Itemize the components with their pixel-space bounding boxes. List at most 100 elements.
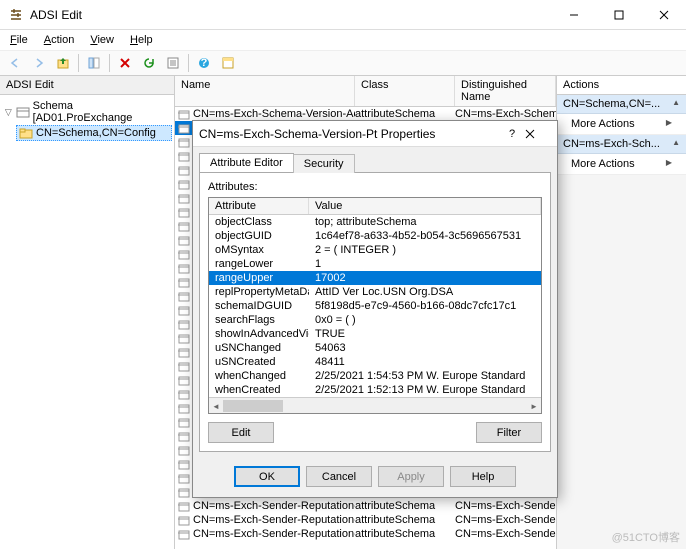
- actions-group-selection[interactable]: CN=ms-Exch-Sch... ▲: [557, 135, 686, 154]
- naming-context-icon: [16, 106, 30, 118]
- object-icon: [175, 402, 193, 414]
- app-icon: [8, 7, 24, 23]
- tab-security[interactable]: Security: [293, 154, 355, 173]
- object-icon: [175, 500, 193, 512]
- up-button[interactable]: [52, 52, 74, 74]
- attribute-row[interactable]: rangeLower1: [209, 257, 541, 271]
- actions-item-label: More Actions: [571, 158, 635, 170]
- folder-icon: [19, 128, 33, 139]
- scroll-thumb[interactable]: [223, 400, 283, 412]
- show-hide-tree-button[interactable]: [83, 52, 105, 74]
- properties-dialog: CN=ms-Exch-Schema-Version-Pt Properties …: [192, 120, 558, 498]
- grid-row[interactable]: CN=ms-Exch-Sender-Reputation-Min-...attr…: [175, 527, 556, 541]
- scroll-right-icon[interactable]: ►: [527, 398, 541, 414]
- maximize-button[interactable]: [596, 0, 641, 30]
- tab-attribute-editor[interactable]: Attribute Editor: [199, 153, 294, 172]
- toolbar-extra-button[interactable]: [217, 52, 239, 74]
- dialog-titlebar: CN=ms-Exch-Schema-Version-Pt Properties …: [193, 121, 557, 147]
- attribute-row[interactable]: rangeUpper17002: [209, 271, 541, 285]
- tree-node-label: Schema [AD01.ProExchange: [33, 100, 170, 124]
- scroll-left-icon[interactable]: ◄: [209, 398, 223, 414]
- tree-node-schema-config[interactable]: CN=Schema,CN=Config: [16, 125, 172, 141]
- grid-row[interactable]: CN=ms-Exch-Schema-Version-AdcattributeSc…: [175, 107, 556, 121]
- help-button[interactable]: ?: [193, 52, 215, 74]
- attribute-row[interactable]: replPropertyMetaDataAttID Ver Loc.USN Or…: [209, 285, 541, 299]
- object-icon: [175, 108, 193, 120]
- help-button[interactable]: Help: [450, 466, 516, 487]
- chevron-right-icon: ▶: [666, 158, 672, 170]
- object-icon: [175, 416, 193, 428]
- back-button[interactable]: [4, 52, 26, 74]
- object-icon: [175, 374, 193, 386]
- object-icon: [175, 514, 193, 526]
- object-icon: [175, 248, 193, 260]
- properties-button[interactable]: [162, 52, 184, 74]
- grid-row[interactable]: CN=ms-Exch-Sender-Reputation-Max...attri…: [175, 499, 556, 513]
- dialog-close-button[interactable]: [525, 129, 551, 139]
- ok-button[interactable]: OK: [234, 466, 300, 487]
- attribute-row[interactable]: showInAdvancedVie...TRUE: [209, 327, 541, 341]
- attribute-row[interactable]: whenCreated2/25/2021 1:52:13 PM W. Europ…: [209, 383, 541, 397]
- menu-help[interactable]: Help: [124, 32, 159, 48]
- actions-item-more-2[interactable]: More Actions ▶: [557, 154, 686, 175]
- attr-col-value[interactable]: Value: [309, 198, 541, 214]
- actions-group-label: CN=Schema,CN=...: [563, 98, 660, 110]
- col-header-name[interactable]: Name: [175, 76, 355, 106]
- object-icon: [175, 388, 193, 400]
- collapse-icon[interactable]: ▲: [672, 98, 680, 110]
- dialog-help-button[interactable]: ?: [499, 128, 525, 140]
- object-icon: [175, 220, 193, 232]
- attribute-row[interactable]: objectGUID1c64ef78-a633-4b52-b054-3c5696…: [209, 229, 541, 243]
- cancel-button[interactable]: Cancel: [306, 466, 372, 487]
- attribute-row[interactable]: objectClasstop; attributeSchema: [209, 215, 541, 229]
- attribute-row[interactable]: oMSyntax2 = ( INTEGER ): [209, 243, 541, 257]
- actions-item-more-1[interactable]: More Actions ▶: [557, 114, 686, 135]
- object-icon: [175, 444, 193, 456]
- object-icon: [175, 136, 193, 148]
- object-icon: [175, 122, 193, 134]
- minimize-button[interactable]: [551, 0, 596, 30]
- attribute-row[interactable]: uSNChanged54063: [209, 341, 541, 355]
- refresh-button[interactable]: [138, 52, 160, 74]
- actions-group-schema[interactable]: CN=Schema,CN=... ▲: [557, 95, 686, 114]
- actions-pane: Actions CN=Schema,CN=... ▲ More Actions …: [556, 76, 686, 549]
- attributes-label: Attributes:: [208, 181, 542, 193]
- titlebar: ADSI Edit: [0, 0, 686, 30]
- forward-button[interactable]: [28, 52, 50, 74]
- edit-button[interactable]: Edit: [208, 422, 274, 443]
- object-icon: [175, 262, 193, 274]
- menu-action[interactable]: Action: [38, 32, 81, 48]
- horizontal-scrollbar[interactable]: ◄ ►: [209, 397, 541, 413]
- attr-col-attribute[interactable]: Attribute: [209, 198, 309, 214]
- tree-pane: ADSI Edit ▽ Schema [AD01.ProExchange CN=…: [0, 76, 175, 549]
- attributes-list[interactable]: Attribute Value objectClasstop; attribut…: [208, 197, 542, 414]
- window-title: ADSI Edit: [30, 8, 551, 22]
- filter-button[interactable]: Filter: [476, 422, 542, 443]
- object-icon: [175, 164, 193, 176]
- menu-file[interactable]: File: [4, 32, 34, 48]
- attribute-row[interactable]: searchFlags0x0 = ( ): [209, 313, 541, 327]
- dialog-buttons: OK Cancel Apply Help: [193, 458, 557, 497]
- menu-view[interactable]: View: [84, 32, 120, 48]
- chevron-right-icon: ▶: [666, 118, 672, 130]
- grid-row[interactable]: CN=ms-Exch-Sender-Reputation-Min-...attr…: [175, 513, 556, 527]
- object-icon: [175, 472, 193, 484]
- object-icon: [175, 360, 193, 372]
- dialog-title: CN=ms-Exch-Schema-Version-Pt Properties: [199, 127, 499, 141]
- actions-group-label: CN=ms-Exch-Sch...: [563, 138, 660, 150]
- attribute-row[interactable]: schemaIDGUID5f8198d5-e7c9-4560-b166-08dc…: [209, 299, 541, 313]
- collapse-icon[interactable]: ▲: [672, 138, 680, 150]
- delete-button[interactable]: [114, 52, 136, 74]
- object-icon: [175, 528, 193, 540]
- attribute-row[interactable]: whenChanged2/25/2021 1:54:53 PM W. Europ…: [209, 369, 541, 383]
- object-icon: [175, 304, 193, 316]
- col-header-class[interactable]: Class: [355, 76, 455, 106]
- apply-button[interactable]: Apply: [378, 466, 444, 487]
- attribute-row[interactable]: uSNCreated48411: [209, 355, 541, 369]
- tree-node-schema[interactable]: ▽ Schema [AD01.ProExchange: [2, 99, 172, 125]
- object-icon: [175, 458, 193, 470]
- expander-icon[interactable]: ▽: [4, 107, 13, 118]
- close-button[interactable]: [641, 0, 686, 30]
- tree-node-label: CN=Schema,CN=Config: [36, 127, 156, 139]
- col-header-dn[interactable]: Distinguished Name: [455, 76, 556, 106]
